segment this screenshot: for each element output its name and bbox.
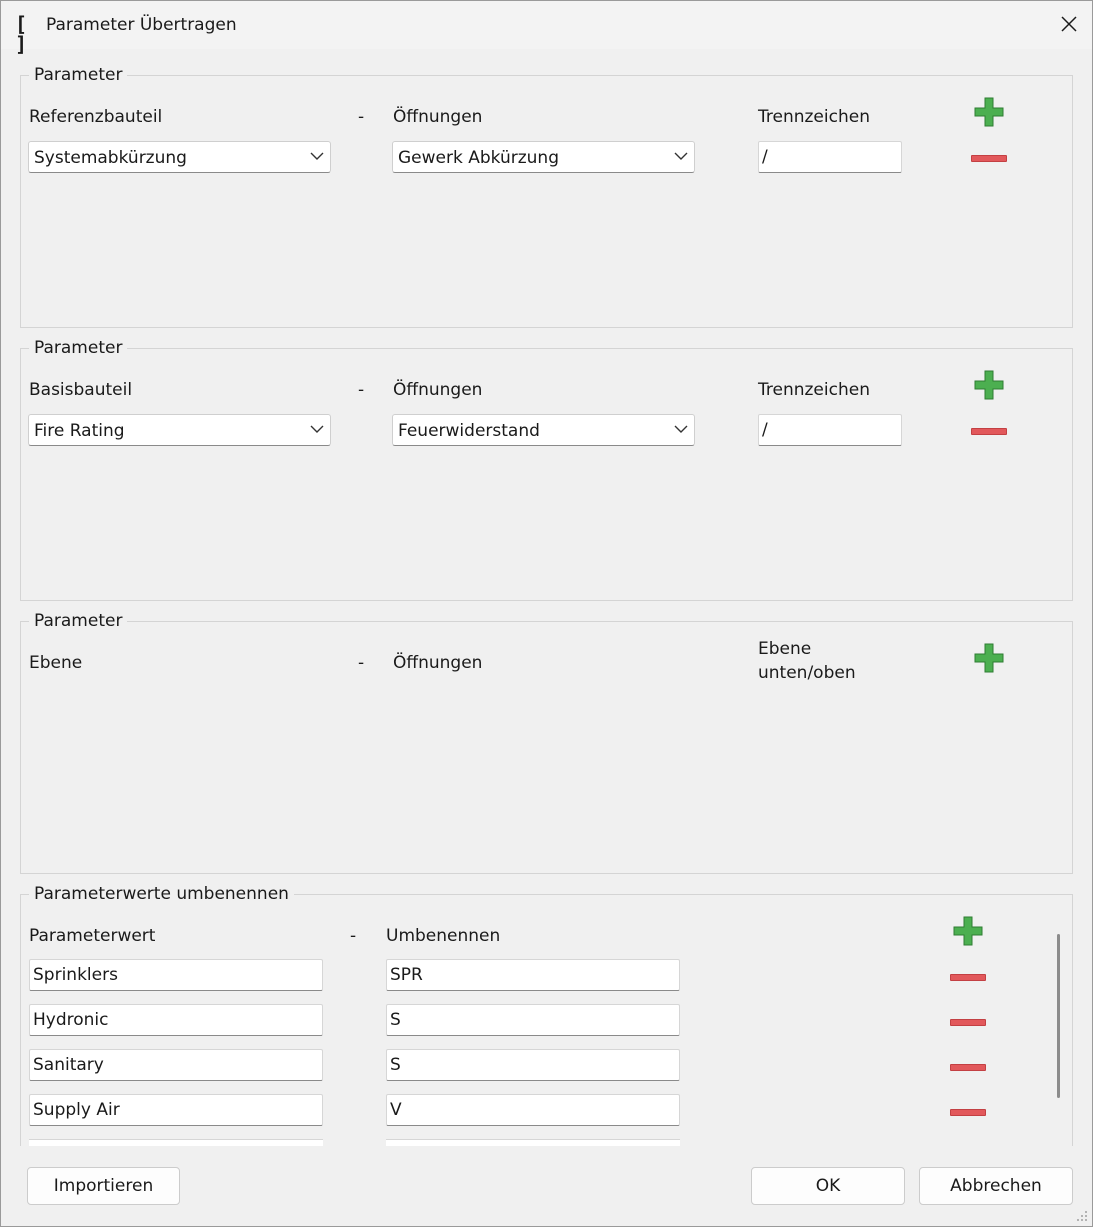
plus-icon[interactable]	[953, 916, 983, 946]
chevron-down-icon	[674, 152, 688, 160]
chevron-down-icon	[310, 152, 324, 160]
plus-icon[interactable]	[974, 97, 1004, 127]
ok-button[interactable]: OK	[751, 1167, 905, 1205]
input-value: Hydronic	[33, 1010, 109, 1030]
parameter-group-1: Parameter	[20, 62, 1073, 328]
select-value: Fire Rating	[34, 421, 125, 441]
column-label-trennzeichen: Trennzeichen	[758, 380, 870, 400]
remove-row-button[interactable]	[950, 1064, 986, 1071]
input-value: Sprinklers	[33, 965, 118, 985]
trennzeichen-input[interactable]: /	[758, 414, 902, 446]
rename-input[interactable]: V	[386, 1094, 680, 1126]
parameter-value-input[interactable]: Hydronic	[29, 1004, 323, 1036]
clipped-row	[386, 1139, 680, 1146]
input-value: SPR	[390, 965, 423, 985]
close-icon	[1061, 16, 1077, 32]
input-value: /	[762, 420, 768, 440]
column-label-parameterwert: Parameterwert	[29, 926, 156, 946]
rename-input[interactable]: S	[386, 1049, 680, 1081]
input-value: Sanitary	[33, 1055, 104, 1075]
plus-icon[interactable]	[974, 643, 1004, 673]
chevron-down-icon	[674, 425, 688, 433]
column-label-referenzbauteil: Referenzbauteil	[29, 107, 163, 127]
column-label-ebene: Ebene	[29, 653, 83, 673]
group-title: Parameter	[29, 62, 128, 88]
parameter-value-input[interactable]: Sanitary	[29, 1049, 323, 1081]
clipped-row	[29, 1139, 323, 1146]
group-title: Parameter	[29, 608, 128, 634]
title-bar[interactable]: [ ] Parameter Übertragen	[1, 1, 1092, 56]
plus-icon[interactable]	[974, 370, 1004, 400]
column-label-ebene-line2: unten/oben	[758, 663, 856, 683]
input-value: V	[390, 1100, 402, 1120]
parameter-value-input[interactable]: Supply Air	[29, 1094, 323, 1126]
select-value: Feuerwiderstand	[398, 421, 540, 441]
column-label-oeffnungen: Öffnungen	[393, 107, 483, 127]
group-title: Parameterwerte umbenennen	[29, 881, 294, 907]
scrollbar[interactable]	[1057, 934, 1060, 1098]
oeffnungen-select[interactable]: Gewerk Abkürzung	[392, 141, 695, 173]
column-label-oeffnungen: Öffnungen	[393, 380, 483, 400]
dash-separator: -	[358, 653, 365, 673]
select-value: Systemabkürzung	[34, 148, 187, 168]
chevron-down-icon	[310, 425, 324, 433]
remove-row-button[interactable]	[950, 1109, 986, 1116]
input-value: /	[762, 147, 768, 167]
oeffnungen-select[interactable]: Feuerwiderstand	[392, 414, 695, 446]
trennzeichen-input[interactable]: /	[758, 141, 902, 173]
column-label-trennzeichen: Trennzeichen	[758, 107, 870, 127]
bracket-logo-icon: [ ]	[15, 12, 27, 56]
dialog-window: [ ] Parameter Übertragen Parameter Refer…	[0, 0, 1093, 1227]
column-label-umbenennen: Umbenennen	[386, 926, 501, 946]
import-button[interactable]: Importieren	[27, 1167, 180, 1205]
remove-row-button[interactable]	[950, 1019, 986, 1026]
window-title: Parameter Übertragen	[46, 15, 237, 35]
parameter-group-2: Parameter	[20, 335, 1073, 601]
input-value: S	[390, 1055, 401, 1075]
basisbauteil-select[interactable]: Fire Rating	[28, 414, 331, 446]
remove-row-button[interactable]	[971, 428, 1007, 435]
parameter-group-3: Parameter	[20, 608, 1073, 874]
rename-input[interactable]: S	[386, 1004, 680, 1036]
cancel-button[interactable]: Abbrechen	[919, 1167, 1073, 1205]
column-label-ebene-line1: Ebene	[758, 639, 812, 659]
column-label-oeffnungen: Öffnungen	[393, 653, 483, 673]
input-value: S	[390, 1010, 401, 1030]
remove-row-button[interactable]	[971, 155, 1007, 162]
parameter-value-input[interactable]: Sprinklers	[29, 959, 323, 991]
close-button[interactable]	[1046, 1, 1092, 47]
remove-row-button[interactable]	[950, 974, 986, 981]
column-label-basisbauteil: Basisbauteil	[29, 380, 133, 400]
group-title: Parameter	[29, 335, 128, 361]
select-value: Gewerk Abkürzung	[398, 148, 560, 168]
referenzbauteil-select[interactable]: Systemabkürzung	[28, 141, 331, 173]
dash-separator: -	[358, 107, 365, 127]
resize-grip-icon[interactable]	[1076, 1210, 1088, 1222]
rename-input[interactable]: SPR	[386, 959, 680, 991]
input-value: Supply Air	[33, 1100, 120, 1120]
dash-separator: -	[350, 926, 357, 946]
dash-separator: -	[358, 380, 365, 400]
